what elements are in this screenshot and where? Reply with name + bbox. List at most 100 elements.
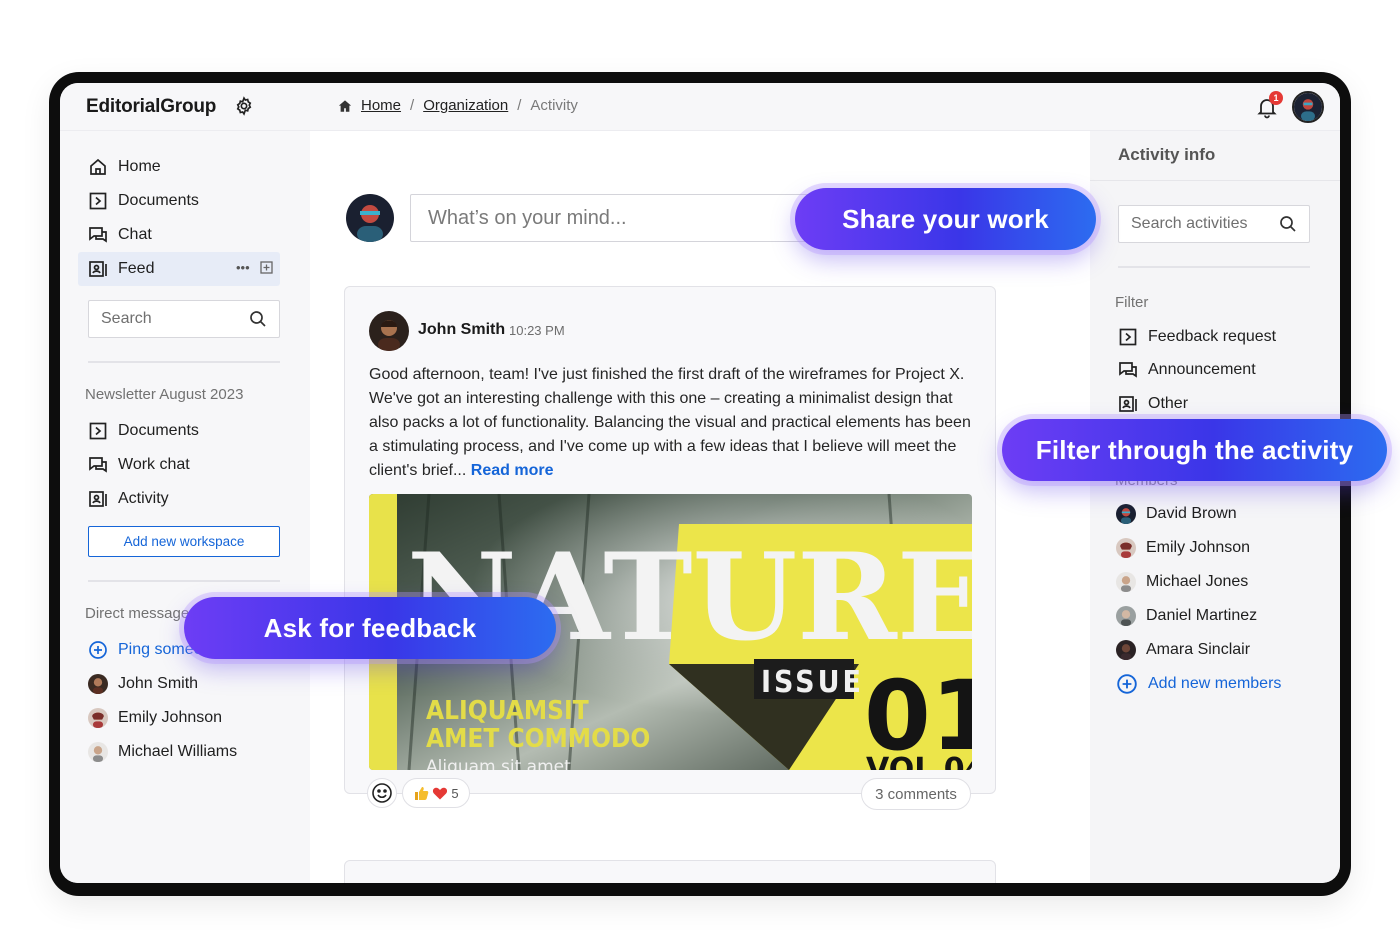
activity-search-input[interactable]: Search activities — [1118, 205, 1310, 243]
document-icon — [1119, 328, 1137, 346]
member-emily-johnson[interactable]: Emily Johnson — [1116, 534, 1250, 562]
chat-icon — [89, 457, 107, 473]
thumbs-up-icon — [415, 787, 429, 800]
dm-name: John Smith — [118, 675, 199, 692]
post-text: Good afternoon, team! I've just finished… — [369, 366, 971, 479]
notification-badge: 1 — [1269, 91, 1283, 105]
search-placeholder: Search — [101, 310, 152, 327]
workspace-item-work-chat[interactable]: Work chat — [88, 451, 190, 479]
dm-title: Direct messages — [85, 605, 197, 622]
nav-label: Chat — [118, 226, 152, 243]
dm-item-michael-williams[interactable]: Michael Williams — [88, 738, 237, 766]
gear-icon[interactable] — [234, 96, 254, 116]
top-bar: EditorialGroup Home / Organization / Act… — [60, 83, 1340, 131]
user-avatar[interactable] — [1292, 91, 1324, 123]
member-amara-sinclair[interactable]: Amara Sinclair — [1116, 636, 1250, 664]
breadcrumb-organization[interactable]: Organization — [423, 97, 508, 114]
search-icon — [1280, 216, 1296, 232]
member-daniel-martinez[interactable]: Daniel Martinez — [1116, 602, 1257, 630]
feed-icon — [1119, 396, 1137, 412]
workspace-title: Newsletter August 2023 — [85, 386, 244, 403]
more-icon[interactable]: ••• — [236, 260, 250, 275]
filter-feedback-request[interactable]: Feedback request — [1118, 323, 1276, 351]
panel-title: Activity info — [1118, 145, 1216, 164]
avatar — [1116, 538, 1136, 558]
cover-subline-2: AMET COMMODO — [426, 724, 650, 754]
feed-icon — [89, 491, 107, 507]
workspace-label: Activity — [118, 490, 169, 507]
composer-input[interactable]: What’s on your mind... — [410, 194, 850, 242]
avatar — [88, 742, 108, 762]
dm-item-john-smith[interactable]: John Smith — [88, 670, 198, 698]
filter-name: Announcement — [1148, 361, 1256, 378]
nav-item-feed[interactable]: Feed — [88, 255, 154, 283]
nav-item-documents[interactable]: Documents — [88, 187, 199, 215]
post-author-name[interactable]: John Smith — [418, 321, 505, 339]
nav-item-chat[interactable]: Chat — [88, 221, 152, 249]
search-placeholder: Search activities — [1131, 215, 1248, 232]
sidebar-search-input[interactable]: Search — [88, 300, 280, 338]
filter-announcement[interactable]: Announcement — [1118, 356, 1256, 384]
workspace-item-activity[interactable]: Activity — [88, 485, 169, 513]
member-name: Amara Sinclair — [1146, 641, 1251, 658]
comments-button[interactable]: 3 comments — [861, 778, 971, 810]
read-more-link[interactable]: Read more — [471, 462, 554, 479]
avatar — [88, 674, 108, 694]
left-sidebar: Home Documents Chat Feed ••• Search News… — [60, 131, 310, 883]
document-icon — [89, 192, 107, 210]
member-david-brown[interactable]: David Brown — [1116, 500, 1237, 528]
callout-ask-for-feedback: Ask for feedback — [184, 597, 556, 659]
post-card: John Smith 10:23 PM Good afternoon, team… — [344, 286, 996, 810]
member-michael-jones[interactable]: Michael Jones — [1116, 568, 1248, 596]
avatar — [88, 708, 108, 728]
right-panel: Activity info Search activities Filter F… — [1090, 131, 1340, 883]
filter-name: Feedback request — [1148, 328, 1277, 345]
filter-label: Filter — [1115, 294, 1149, 311]
nav-label: Home — [118, 158, 161, 175]
member-name: Emily Johnson — [1146, 539, 1251, 556]
avatar — [1116, 504, 1136, 524]
post-author-avatar[interactable] — [369, 311, 409, 351]
avatar — [1116, 606, 1136, 626]
divider — [88, 361, 280, 363]
divider — [88, 580, 280, 582]
plus-circle-icon — [1117, 674, 1137, 694]
breadcrumb-home[interactable]: Home — [361, 97, 401, 114]
member-name: Michael Jones — [1146, 573, 1249, 590]
reactions-pill[interactable]: 5 — [402, 778, 470, 808]
filter-other[interactable]: Other — [1118, 390, 1188, 418]
cover-small-text: Aliquam sit amet — [426, 757, 571, 770]
feed-tools: ••• — [236, 260, 273, 275]
home-icon — [90, 158, 106, 175]
breadcrumb-separator: / — [410, 97, 415, 114]
add-reaction-button[interactable] — [367, 778, 397, 808]
cover-subline-1: ALIQUAMSIT — [426, 696, 589, 726]
add-square-icon[interactable] — [260, 261, 273, 274]
dm-item-emily-johnson[interactable]: Emily Johnson — [88, 704, 222, 732]
nav-label: Documents — [118, 192, 199, 209]
filter-name: Other — [1148, 395, 1189, 412]
breadcrumb-current: Activity — [530, 97, 578, 114]
breadcrumb: Home / Organization / Activity — [338, 97, 578, 114]
post-body: Good afternoon, team! I've just finished… — [369, 363, 975, 483]
panel-header: Activity info — [1090, 131, 1340, 181]
post-card — [344, 860, 996, 883]
avatar — [1116, 640, 1136, 660]
add-members-label: Add new members — [1148, 675, 1282, 692]
home-icon — [338, 99, 352, 112]
divider — [1118, 266, 1310, 268]
workspace-label: Documents — [118, 422, 199, 439]
nav-item-home[interactable]: Home — [88, 153, 161, 181]
app-screen: EditorialGroup Home / Organization / Act… — [60, 83, 1340, 883]
chat-icon — [1119, 362, 1137, 378]
cover-vol: VOL 04 — [866, 752, 972, 770]
device-frame: EditorialGroup Home / Organization / Act… — [49, 72, 1351, 896]
composer-placeholder: What’s on your mind... — [428, 206, 627, 229]
smiley-icon — [372, 783, 392, 803]
add-members-link[interactable]: Add new members — [1116, 670, 1281, 698]
search-icon — [250, 311, 266, 327]
callout-filter-activity: Filter through the activity — [1002, 419, 1387, 481]
callout-share-your-work: Share your work — [795, 188, 1096, 250]
workspace-item-documents[interactable]: Documents — [88, 417, 199, 445]
add-workspace-button[interactable]: Add new workspace — [88, 526, 280, 557]
